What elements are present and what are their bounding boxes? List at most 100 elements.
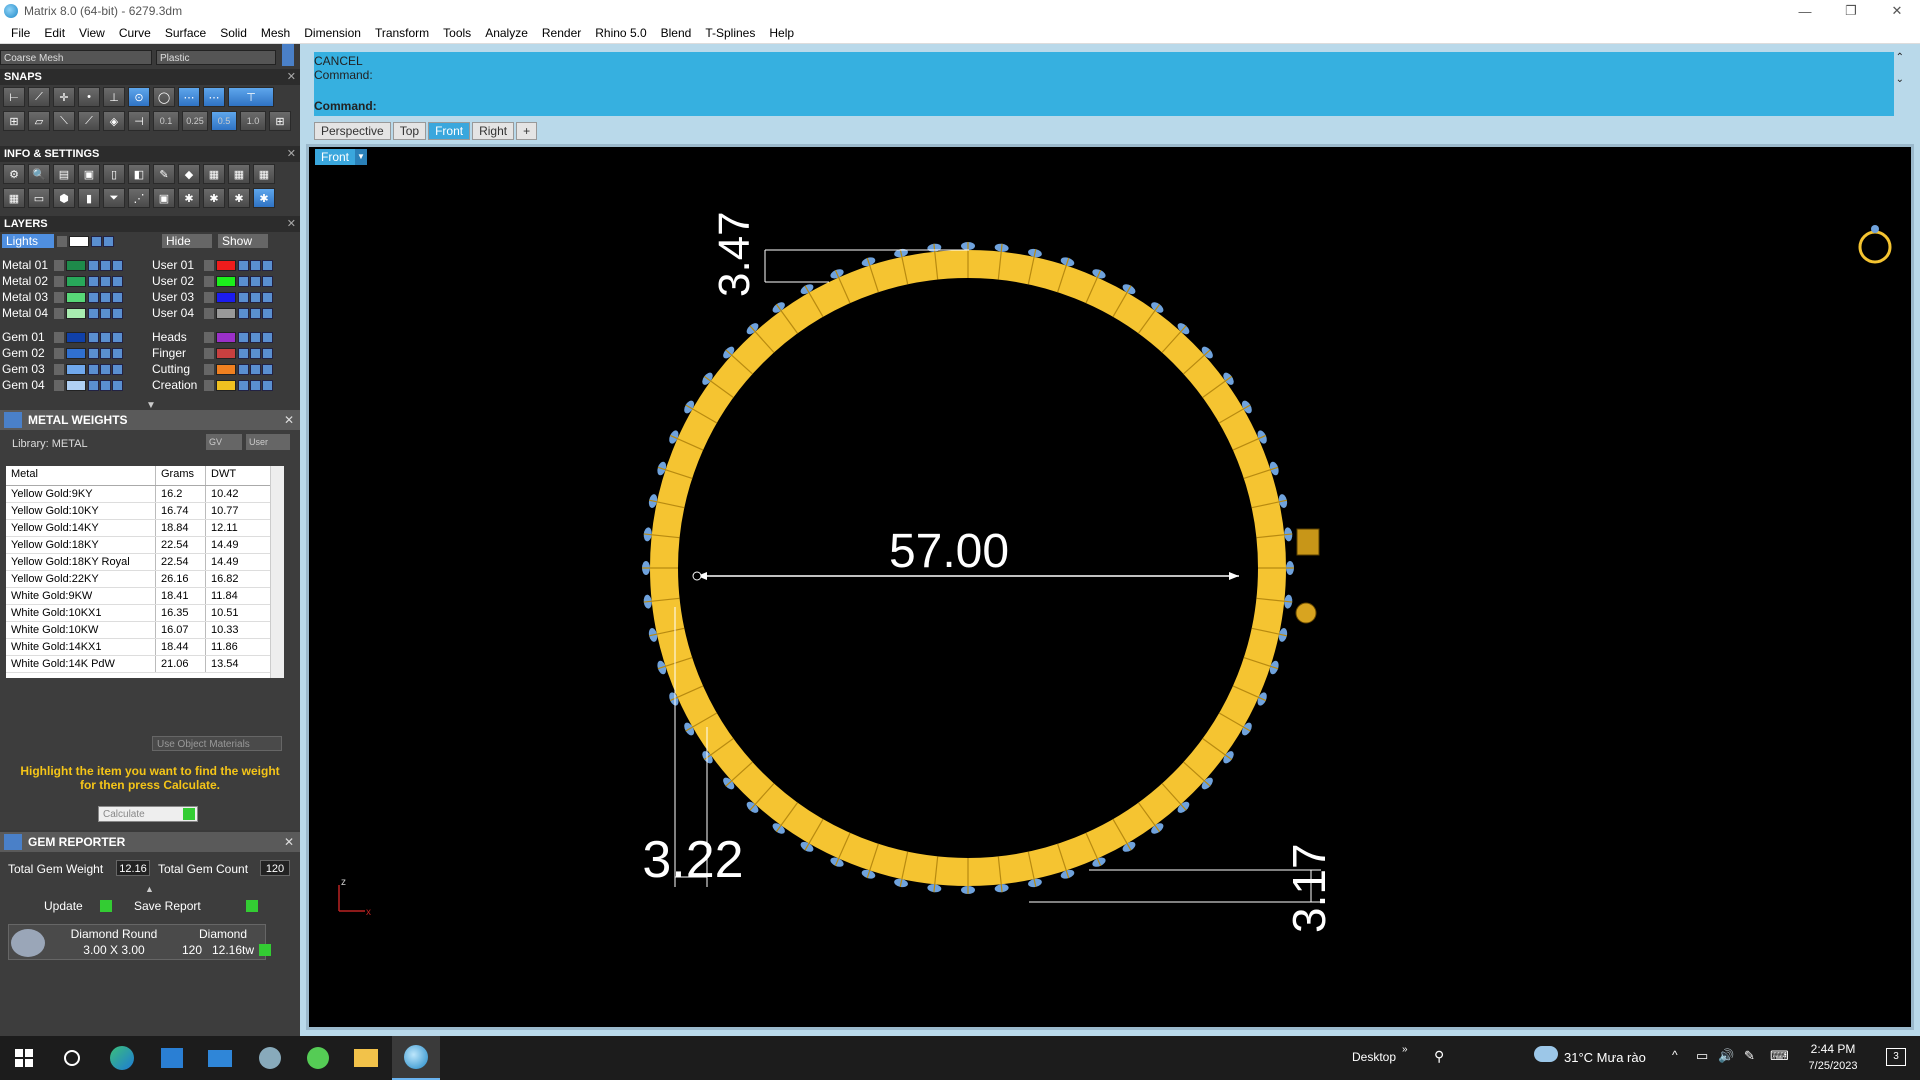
network-icon[interactable]: ⋰ — [128, 188, 150, 208]
maximize-button[interactable]: ❐ — [1828, 0, 1874, 22]
layer-row-left-3[interactable]: Metal 04 — [2, 306, 124, 320]
layer-current-icon[interactable] — [112, 363, 123, 375]
layer-lock-icon[interactable] — [238, 347, 249, 359]
layer-color-swatch[interactable] — [216, 275, 236, 287]
use-object-materials-button[interactable]: Use Object Materials — [152, 736, 282, 751]
weather-text[interactable]: 31°C Mưa rào — [1564, 1050, 1646, 1065]
layer-name[interactable]: Cutting — [152, 362, 204, 376]
layer-color-swatch[interactable] — [216, 379, 236, 391]
lights-vis-icon[interactable] — [103, 235, 114, 247]
layer-lock-icon[interactable] — [238, 363, 249, 375]
table-row[interactable]: Yellow Gold:14KY 18.84 12.11 — [6, 520, 284, 537]
grid-step-10[interactable]: 1.0 — [240, 111, 266, 131]
menu-help[interactable]: Help — [762, 26, 801, 40]
snap-quad-icon[interactable]: ⋯ — [178, 87, 200, 107]
layer-visibility-icon[interactable] — [250, 291, 261, 303]
layer-lights[interactable]: Lights — [2, 234, 54, 248]
layer-row-left-5[interactable]: Gem 02 — [2, 346, 124, 360]
layer-color-swatch[interactable] — [66, 363, 86, 375]
menu-blend[interactable]: Blend — [654, 26, 699, 40]
monitor-icon[interactable]: ▭ — [28, 188, 50, 208]
gv-toggle[interactable]: GV — [206, 434, 242, 450]
layer-visibility-icon[interactable] — [100, 291, 111, 303]
toolbar-expand-icon[interactable]: » — [1402, 1044, 1408, 1055]
volume-icon[interactable]: 🔊 — [1718, 1048, 1734, 1064]
layer-lock-icon[interactable] — [88, 379, 99, 391]
tray-expand-icon[interactable]: ^ — [1672, 1048, 1678, 1062]
layer-arrow-icon[interactable] — [54, 363, 64, 375]
edit-icon[interactable]: ✎ — [153, 164, 175, 184]
command-scroll-up-icon[interactable]: ⌃ — [1896, 52, 1904, 63]
menu-solid[interactable]: Solid — [213, 26, 254, 40]
snaps-close-icon[interactable]: ✕ — [287, 69, 296, 85]
layer-row-right-3[interactable]: User 04 — [152, 306, 274, 320]
snap-circle-icon[interactable]: ◯ — [153, 87, 175, 107]
grid-view-icon[interactable]: ▦ — [3, 188, 25, 208]
layer-lock-icon[interactable] — [88, 259, 99, 271]
command-input[interactable]: Command: — [314, 96, 1894, 116]
user-toggle[interactable]: User — [246, 434, 290, 450]
snap-knot-icon[interactable]: ⋯ — [203, 87, 225, 107]
layer-current-icon[interactable] — [112, 259, 123, 271]
camera-icon[interactable]: ▦ — [203, 164, 225, 184]
layer-lock-icon[interactable] — [238, 379, 249, 391]
menu-dimension[interactable]: Dimension — [297, 26, 368, 40]
front-viewport[interactable]: Front ▼ 57.00 3.47 3.22 3.17 z x — [306, 144, 1914, 1030]
material-select[interactable]: Plastic — [156, 50, 276, 65]
table-scrollbar[interactable] — [270, 466, 284, 678]
layer-row-right-2[interactable]: User 03 — [152, 290, 274, 304]
layer-arrow-icon[interactable] — [54, 347, 64, 359]
layer-lock-icon[interactable] — [238, 291, 249, 303]
layer-lock-icon[interactable] — [238, 331, 249, 343]
desktop-toolbar[interactable]: Desktop — [1352, 1050, 1396, 1064]
layer-color-swatch[interactable] — [66, 275, 86, 287]
save-icon[interactable]: ▣ — [153, 188, 175, 208]
update-button[interactable]: Update — [44, 898, 112, 914]
layer-current-icon[interactable] — [112, 379, 123, 391]
layer-arrow-icon[interactable] — [204, 347, 214, 359]
menu-edit[interactable]: Edit — [37, 26, 72, 40]
layer-row-left-6[interactable]: Gem 03 — [2, 362, 124, 376]
table-row[interactable]: Yellow Gold:10KY 16.74 10.77 — [6, 503, 284, 520]
layer-visibility-icon[interactable] — [100, 259, 111, 271]
layer-current-icon[interactable] — [112, 291, 123, 303]
snap-end-icon[interactable]: ⊢ — [3, 87, 25, 107]
tab-front[interactable]: Front — [428, 122, 471, 140]
prong-tool-icon[interactable]: ✱ — [203, 188, 225, 208]
layer-current-icon[interactable] — [262, 291, 273, 303]
layer-visibility-icon[interactable] — [100, 331, 111, 343]
settings-gear-icon[interactable]: ⚙ — [3, 164, 25, 184]
layer-color-swatch[interactable] — [216, 259, 236, 271]
layer-lock-icon[interactable] — [238, 275, 249, 287]
layer-lock-icon[interactable] — [238, 259, 249, 271]
layer-row-left-1[interactable]: Metal 02 — [2, 274, 124, 288]
layer-name[interactable]: Gem 03 — [2, 362, 54, 376]
add-viewport-tab[interactable]: + — [516, 122, 538, 140]
layer-row-right-7[interactable]: Creation — [152, 378, 274, 392]
layer-visibility-icon[interactable] — [100, 363, 111, 375]
layer-color-swatch[interactable] — [216, 331, 236, 343]
purple-shape-icon[interactable]: ◆ — [178, 164, 200, 184]
layer-lock-icon[interactable] — [88, 307, 99, 319]
grid-toggle-icon[interactable]: ⊞ — [269, 111, 291, 131]
layer-name[interactable]: Heads — [152, 330, 204, 344]
layer-name[interactable]: Metal 03 — [2, 290, 54, 304]
layer-current-icon[interactable] — [262, 363, 273, 375]
tab-perspective[interactable]: Perspective — [314, 122, 391, 140]
layer-lock-icon[interactable] — [88, 363, 99, 375]
layer-visibility-icon[interactable] — [100, 379, 111, 391]
layer-color-swatch[interactable] — [216, 347, 236, 359]
layer-row-right-5[interactable]: Finger — [152, 346, 274, 360]
layer-lock-icon[interactable] — [88, 347, 99, 359]
layer-arrow-icon[interactable] — [54, 307, 64, 319]
layer-row-right-0[interactable]: User 01 — [152, 258, 274, 272]
layer-arrow-icon[interactable] — [204, 291, 214, 303]
table-row[interactable]: White Gold:10KW 16.07 10.33 — [6, 622, 284, 639]
layer-lock-icon[interactable] — [238, 307, 249, 319]
view-icon[interactable]: ▦ — [228, 164, 250, 184]
layer-row-left-7[interactable]: Gem 04 — [2, 378, 124, 392]
layer-arrow-icon[interactable] — [204, 275, 214, 287]
layer-color-swatch[interactable] — [66, 307, 86, 319]
osnap-icon[interactable]: ⟋ — [78, 111, 100, 131]
layer-current-icon[interactable] — [262, 307, 273, 319]
